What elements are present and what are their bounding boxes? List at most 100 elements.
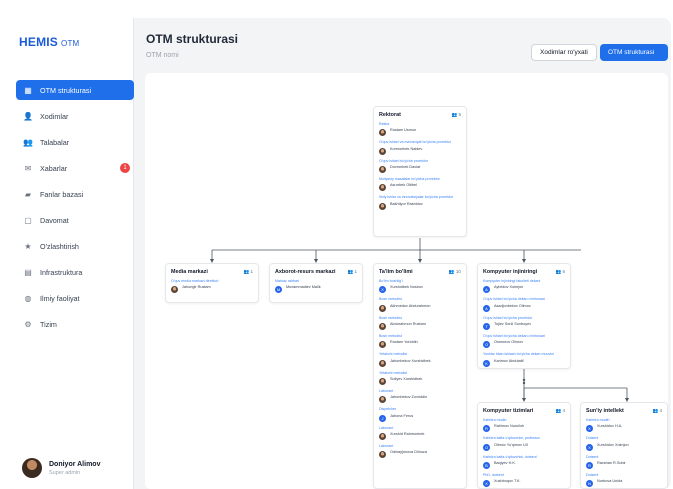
- staff-member[interactable]: Rustam Usmon: [379, 128, 461, 137]
- staff-member[interactable]: Rustam Yoriddin: [379, 340, 461, 349]
- staff-meta: [390, 152, 422, 156]
- staff-name: Abdurahmon Rustam: [390, 321, 426, 326]
- staff-meta: [597, 448, 629, 452]
- staff-name: Jahonbekov Xurshidbek: [390, 358, 431, 363]
- staff-member[interactable]: R Rahimov Nurulloh: [483, 424, 565, 433]
- unit-title: Axborot-resurs markazi: [275, 269, 336, 275]
- staff-member[interactable]: N Nurbova Unida: [586, 479, 662, 488]
- staff-member[interactable]: Abdurahmon Rustam: [379, 322, 461, 331]
- unit-card-header: Kompyuter injiniringi 👥 6: [483, 269, 565, 275]
- sidebar-item-talabalar[interactable]: 👥 Talabalar: [16, 132, 134, 152]
- sidebar-item-label: Xabarlar: [40, 163, 68, 173]
- member-count-value: 1: [354, 269, 357, 274]
- staff-name: Ravshan R.Sobir: [597, 460, 626, 465]
- position-title: Kafedra mudiri: [483, 418, 507, 422]
- staff-member[interactable]: Odinayjonova Dilnoza: [379, 450, 461, 459]
- sidebar-item-otm-strukturasi[interactable]: ▦ OTM strukturasi: [16, 80, 134, 100]
- sidebar-item-o-zlashtirish[interactable]: ★ O'zlashtirish: [16, 236, 134, 256]
- staff-avatar: A: [483, 304, 490, 312]
- member-count: 👥 5: [451, 112, 461, 118]
- sidebar-item-xabarlar[interactable]: ✉ Xabarlar 1: [16, 158, 134, 178]
- member-count-value: 4: [562, 408, 565, 413]
- brand-logo[interactable]: HEMIS OTM: [19, 35, 79, 49]
- staff-member[interactable]: M Muxammadiev Malik: [275, 285, 357, 294]
- staff-member[interactable]: Bakhtiyor Rashidov: [379, 202, 461, 211]
- group-icon: 👥: [23, 137, 33, 147]
- position-title: Bosh metodist: [379, 315, 402, 320]
- staff-member[interactable]: Soliyev Xurshidbek: [379, 377, 461, 386]
- staff-list-button[interactable]: Xodimlar ro'yxati: [531, 44, 597, 61]
- staff-member[interactable]: X Xurshidbek Nosirov: [379, 285, 461, 294]
- staff-avatar: X: [586, 425, 593, 433]
- unit-card-rektorat[interactable]: Rektorat 👥 5 Rektor Rustam Usmon O'quv ishl…: [373, 106, 467, 237]
- sidebar-item-davomat[interactable]: ▢ Davomat: [16, 210, 134, 230]
- staff-member[interactable]: A Asadjonbekov Olimov: [483, 304, 565, 313]
- staff-name: Soliyev Xurshidbek: [390, 376, 423, 381]
- staff-member[interactable]: O Osmonov Olimov: [483, 340, 565, 349]
- staff-avatar: [379, 304, 386, 312]
- staff-meta: [390, 133, 416, 137]
- sidebar-item-label: O'zlashtirish: [40, 241, 79, 251]
- unit-card-axborot[interactable]: Axborot-resurs markazi 👥 1 Markaz rahbari M…: [269, 263, 363, 303]
- staff-meta: [494, 309, 531, 313]
- sidebar-item-label: Ilmiy faoliyat: [40, 293, 80, 303]
- staff-member[interactable]: Dovronbek Davlat: [379, 165, 461, 174]
- sidebar-item-xodimlar[interactable]: 👤 Xodimlar: [16, 106, 134, 126]
- unit-card-header: Sun'iy intellekt 👥 4: [586, 408, 662, 414]
- staff-meta: [286, 290, 321, 294]
- staff-member[interactable]: Jahonbekov Xurshidbek: [379, 359, 461, 368]
- staff-member[interactable]: Jahonbekov Zuxriddin: [379, 395, 461, 404]
- sidebar-item-infrastruktura[interactable]: ▤ Infrastruktura: [16, 262, 134, 282]
- structure-button[interactable]: OTM strukturasi: [600, 44, 668, 61]
- staff-meta: [390, 345, 418, 349]
- sidebar-item-label: Infrastruktura: [40, 267, 83, 277]
- member-count: 👥 4: [555, 408, 565, 414]
- staff-member[interactable]: J Jahona Ferus: [379, 414, 461, 423]
- position-title: O'quv ishlari bo'yicha dekan o'rinbosari: [483, 297, 545, 302]
- sidebar-item-ilmiy-faoliyat[interactable]: ◍ Ilmiy faoliyat: [16, 288, 134, 308]
- staff-member[interactable]: R Ravshan R.Sobir: [586, 461, 662, 470]
- unit-card-kompyuter[interactable]: Kompyuter injiniringi 👥 6 Kompyuter injini…: [477, 263, 571, 369]
- staff-member[interactable]: T Tojiev Sonli Sonboyev: [483, 322, 565, 331]
- page-title: OTM strukturasi: [146, 32, 239, 46]
- page-header: OTM strukturasi OTM nomi: [146, 32, 238, 59]
- staff-member[interactable]: Jahongir Rustam: [171, 285, 253, 294]
- position-title: Kompyuter injiniringi fakulteti dekani: [483, 279, 541, 283]
- member-count: 👥 1: [243, 269, 253, 275]
- staff-meta: [390, 419, 413, 423]
- staff-member[interactable]: B Baqiyev H.K.: [483, 461, 565, 470]
- staff-name: Tojiev Sonli Sonboyev: [494, 321, 532, 326]
- member-count-value: 4: [659, 408, 662, 413]
- staff-name: Olimov Yo'qimov UX: [494, 442, 529, 447]
- staff-member[interactable]: Akhmedov Abdurahmon: [379, 304, 461, 313]
- unit-card-suniy[interactable]: Sun'iy intellekt 👥 4 Kafedra mudiri X Xurshi…: [580, 402, 668, 489]
- staff-member[interactable]: O Olimov Yo'qimov UX: [483, 443, 565, 452]
- sidebar-item-fanlar-bazasi[interactable]: ▰ Fanlar bazasi: [16, 184, 134, 204]
- staff-member[interactable]: A Aybekov Xolmjon: [483, 285, 565, 294]
- member-count: 👥 10: [449, 269, 461, 275]
- staff-member[interactable]: K Karimov Abdulatif: [483, 359, 565, 368]
- sidebar-item-label: Davomat: [40, 215, 69, 225]
- unit-card-tizimlar[interactable]: Kompyuter tizimlari 👥 4 Kafedra mudiri R Rah…: [477, 402, 571, 489]
- staff-member[interactable]: Asrorbek Oltibel: [379, 183, 461, 192]
- staff-member[interactable]: Xurshid Rahmonbek: [379, 432, 461, 441]
- member-count: 👥 1: [347, 269, 357, 275]
- staff-name: Muxammadiev Malik: [286, 285, 321, 290]
- staff-member[interactable]: X Xushboqov T.K.: [483, 479, 565, 488]
- unit-card-media[interactable]: Media markazi 👥 1 O'quv media markazi dire…: [165, 263, 259, 303]
- position-title: Yoshlar bilan ishlash bo'yicha dekan muo…: [483, 352, 554, 357]
- people-icon: 👥: [448, 269, 456, 274]
- staff-member[interactable]: Komronbek Nabiev: [379, 147, 461, 156]
- sidebar-item-tizim[interactable]: ⚙ Tizim: [16, 314, 134, 334]
- staff-member[interactable]: X Xurshidov H.A.: [586, 424, 662, 433]
- staff-meta: [597, 429, 622, 433]
- staff-name: Rahimov Nurulloh: [494, 424, 525, 429]
- position-title: Kafedra katta o'qituvchisi, professor: [483, 436, 540, 441]
- staff-member[interactable]: X Xurshidov Xolmjon: [586, 443, 662, 452]
- user-profile[interactable]: Doniyor Alimov Super admin: [22, 458, 100, 478]
- position-title: O'quv ishlari bo'yicha prorektor: [379, 158, 429, 163]
- unit-card-talim[interactable]: Ta'lim bo'limi 👥 10 Bo'lim boshlig'i X Xursh…: [373, 263, 467, 489]
- unit-title: Rektorat: [379, 112, 401, 118]
- position-title: Ilmiy ishlar va innovatsiyalar bo'yicha …: [379, 195, 454, 200]
- staff-meta: [390, 170, 420, 174]
